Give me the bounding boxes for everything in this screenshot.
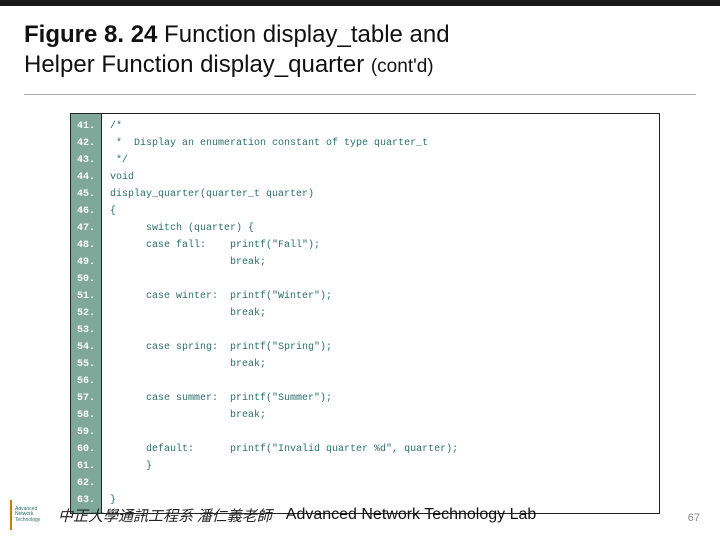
line-number: 41.: [77, 118, 95, 135]
code-line: * Display an enumeration constant of typ…: [110, 135, 649, 152]
code-line: case winter: printf("Winter");: [110, 288, 649, 305]
code-line: display_quarter(quarter_t quarter): [110, 186, 649, 203]
department-text: 中正大學通訊工程系 潘仁義老師: [58, 505, 272, 526]
code-line: switch (quarter) {: [110, 220, 649, 237]
title-cont: (cont'd): [371, 56, 434, 77]
line-number: 56.: [77, 373, 95, 390]
line-number: 46.: [77, 203, 95, 220]
line-number: 52.: [77, 305, 95, 322]
figure-label: Figure 8. 24: [24, 21, 157, 48]
code-line: }: [110, 458, 649, 475]
line-number: 43.: [77, 152, 95, 169]
logo-line: Technology: [15, 518, 54, 524]
lab-logo: Advanced Network Technology: [10, 500, 54, 530]
line-number: 51.: [77, 288, 95, 305]
line-number: 61.: [77, 458, 95, 475]
code-line: case spring: printf("Spring");: [110, 339, 649, 356]
slide-title: Figure 8. 24 Function display_table and …: [0, 6, 720, 88]
code-line: [110, 322, 649, 339]
line-number: 54.: [77, 339, 95, 356]
line-number: 55.: [77, 356, 95, 373]
line-number: 42.: [77, 135, 95, 152]
code-line: [110, 424, 649, 441]
slide-footer: Advanced Network Technology 中正大學通訊工程系 潘仁…: [0, 500, 720, 530]
code-line: [110, 271, 649, 288]
code-line: case fall: printf("Fall");: [110, 237, 649, 254]
title-divider: [24, 94, 696, 95]
line-number: 58.: [77, 407, 95, 424]
code-line: break;: [110, 305, 649, 322]
code-line: */: [110, 152, 649, 169]
line-number: 53.: [77, 322, 95, 339]
lab-name: Advanced Network Technology Lab: [286, 506, 537, 524]
code-body: /* * Display an enumeration constant of …: [102, 114, 659, 513]
code-listing: 41.42.43.44.45.46.47.48.49.50.51.52.53.5…: [70, 113, 660, 514]
line-number: 49.: [77, 254, 95, 271]
code-line: [110, 475, 649, 492]
code-line: default: printf("Invalid quarter %d", qu…: [110, 441, 649, 458]
code-line: /*: [110, 118, 649, 135]
line-number: 47.: [77, 220, 95, 237]
code-line: break;: [110, 254, 649, 271]
code-line: break;: [110, 356, 649, 373]
line-number: 50.: [77, 271, 95, 288]
title-line-2: Helper Function display_quarter: [24, 51, 371, 78]
line-number: 57.: [77, 390, 95, 407]
code-line: [110, 373, 649, 390]
line-number: 45.: [77, 186, 95, 203]
title-rest-1: Function display_table and: [157, 21, 449, 48]
line-number: 59.: [77, 424, 95, 441]
line-number: 62.: [77, 475, 95, 492]
line-number-gutter: 41.42.43.44.45.46.47.48.49.50.51.52.53.5…: [71, 114, 102, 513]
line-number: 48.: [77, 237, 95, 254]
code-line: break;: [110, 407, 649, 424]
code-line: void: [110, 169, 649, 186]
code-line: {: [110, 203, 649, 220]
line-number: 44.: [77, 169, 95, 186]
page-number: 67: [688, 512, 700, 524]
line-number: 60.: [77, 441, 95, 458]
code-line: case summer: printf("Summer");: [110, 390, 649, 407]
